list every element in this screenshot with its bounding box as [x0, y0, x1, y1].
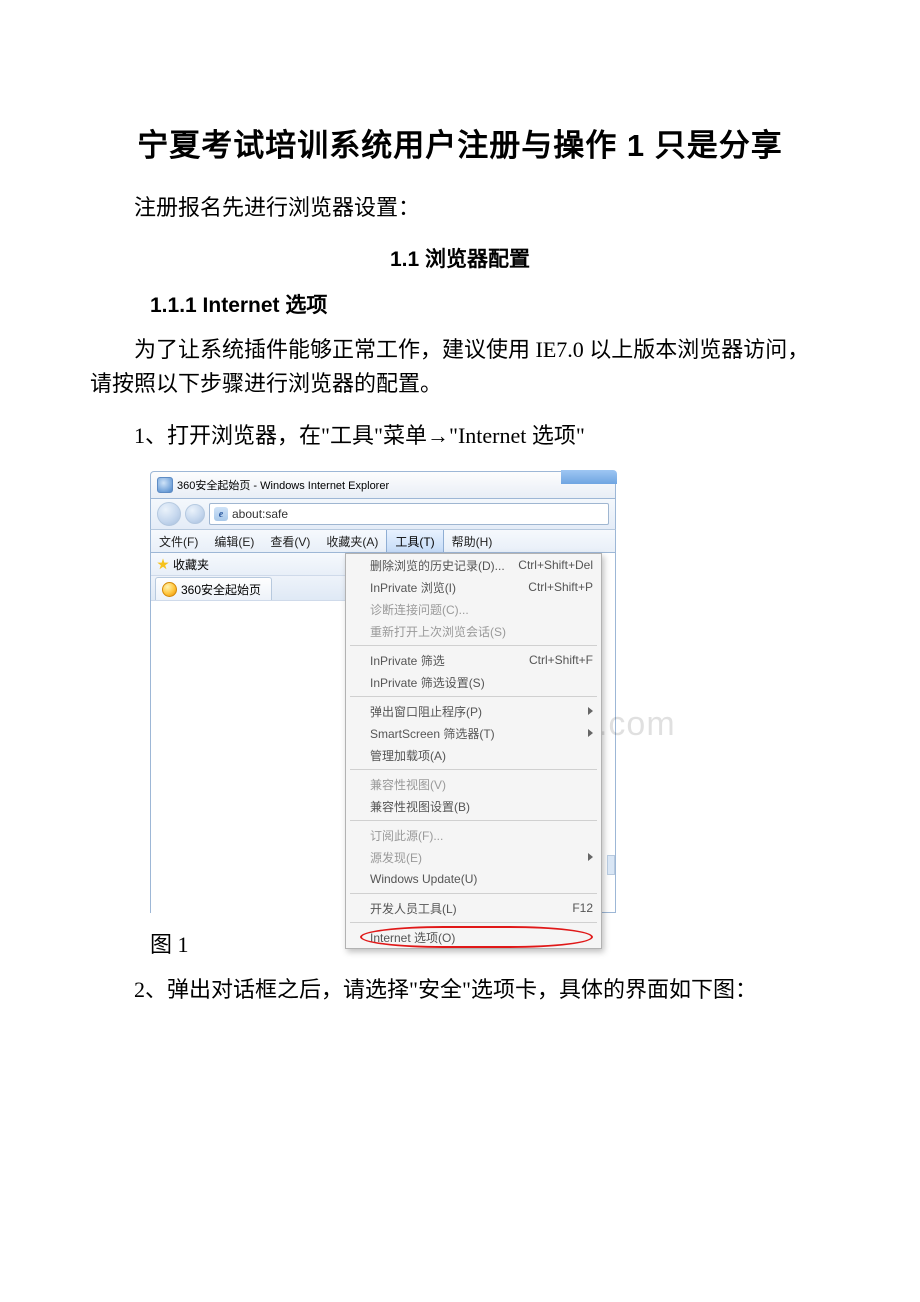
document-page: 宁夏考试培训系统用户注册与操作 1 只是分享 注册报名先进行浏览器设置： 1.1…	[0, 0, 920, 1085]
menu-separator	[350, 820, 597, 821]
menu-view[interactable]: 查看(V)	[262, 530, 318, 552]
step-1: 1、打开浏览器，在"工具"菜单→"Internet 选项"	[90, 419, 830, 453]
menu-separator	[350, 769, 597, 770]
menu-item-dev-tools[interactable]: 开发人员工具(L) F12	[346, 897, 601, 919]
menu-item-inprivate-browse[interactable]: InPrivate 浏览(I) Ctrl+Shift+P	[346, 576, 601, 598]
window-titlebar: 360安全起始页 - Windows Internet Explorer	[150, 471, 616, 498]
menu-item-popup-blocker[interactable]: 弹出窗口阻止程序(P)	[346, 700, 601, 722]
menu-bar: 文件(F) 编辑(E) 查看(V) 收藏夹(A) 工具(T) 帮助(H)	[150, 530, 616, 553]
chevron-right-icon	[588, 707, 593, 715]
menu-favorites[interactable]: 收藏夹(A)	[318, 530, 386, 552]
address-bar[interactable]: e about:safe	[209, 503, 609, 525]
browser-sidebar: 收藏夹 360安全起始页	[150, 553, 345, 913]
menu-tools[interactable]: 工具(T)	[386, 530, 443, 552]
tab-360-home[interactable]: 360安全起始页	[155, 577, 272, 600]
intro-paragraph: 注册报名先进行浏览器设置：	[90, 191, 830, 225]
menu-separator	[350, 645, 597, 646]
browser-client: 收藏夹 360安全起始页 www.bdocx.com 删除浏览的历史记录(D).…	[150, 553, 616, 913]
section-heading-1-1: 1.1 浏览器配置	[90, 243, 830, 273]
menu-item-compat-view[interactable]: 兼容性视图(V)	[346, 773, 601, 795]
page-title: 宁夏考试培训系统用户注册与操作 1 只是分享	[90, 120, 830, 165]
step-2: 2、弹出对话框之后，请选择"安全"选项卡，具体的界面如下图：	[90, 973, 830, 1007]
nav-row: e about:safe	[150, 498, 616, 530]
menu-edit[interactable]: 编辑(E)	[206, 530, 262, 552]
tab-row: 360安全起始页	[151, 576, 345, 601]
menu-item-smartscreen[interactable]: SmartScreen 筛选器(T)	[346, 722, 601, 744]
menu-item-subscribe-feed[interactable]: 订阅此源(F)...	[346, 824, 601, 846]
globe-icon	[162, 582, 177, 597]
ie-icon	[157, 477, 173, 493]
menu-item-manage-addons[interactable]: 管理加载项(A)	[346, 744, 601, 766]
right-edge-decoration	[607, 855, 615, 875]
window-corner-decoration	[561, 470, 617, 484]
favorites-bar[interactable]: 收藏夹	[151, 553, 345, 576]
forward-button[interactable]	[185, 504, 205, 524]
menu-help[interactable]: 帮助(H)	[444, 530, 501, 552]
window-title: 360安全起始页 - Windows Internet Explorer	[177, 477, 389, 493]
menu-item-inprivate-filter[interactable]: InPrivate 筛选 Ctrl+Shift+F	[346, 649, 601, 671]
star-icon	[157, 558, 169, 570]
menu-item-diagnose[interactable]: 诊断连接问题(C)...	[346, 598, 601, 620]
menu-separator	[350, 922, 597, 923]
menu-file[interactable]: 文件(F)	[151, 530, 206, 552]
chevron-right-icon	[588, 853, 593, 861]
e-icon: e	[214, 507, 228, 521]
ie-screenshot: 360安全起始页 - Windows Internet Explorer e a…	[150, 471, 616, 913]
menu-item-delete-history[interactable]: 删除浏览的历史记录(D)... Ctrl+Shift+Del	[346, 554, 601, 576]
menu-separator	[350, 893, 597, 894]
menu-item-internet-options[interactable]: Internet 选项(O)	[346, 926, 601, 948]
menu-item-inprivate-filter-settings[interactable]: InPrivate 筛选设置(S)	[346, 671, 601, 693]
menu-item-feed-discovery[interactable]: 源发现(E)	[346, 846, 601, 868]
tab-label: 360安全起始页	[181, 581, 261, 598]
tools-dropdown: 删除浏览的历史记录(D)... Ctrl+Shift+Del InPrivate…	[345, 553, 602, 949]
menu-item-reopen-last[interactable]: 重新打开上次浏览会话(S)	[346, 620, 601, 642]
menu-separator	[350, 696, 597, 697]
browser-main: www.bdocx.com 删除浏览的历史记录(D)... Ctrl+Shift…	[345, 553, 616, 913]
chevron-right-icon	[588, 729, 593, 737]
paragraph-1: 为了让系统插件能够正常工作，建议使用 IE7.0 以上版本浏览器访问，请按照以下…	[90, 333, 830, 401]
menu-item-compat-view-settings[interactable]: 兼容性视图设置(B)	[346, 795, 601, 817]
back-button[interactable]	[157, 502, 181, 526]
section-heading-1-1-1: 1.1.1 Internet 选项	[150, 289, 830, 319]
address-text: about:safe	[232, 507, 288, 521]
menu-item-windows-update[interactable]: Windows Update(U)	[346, 868, 601, 890]
favorites-label: 收藏夹	[173, 556, 209, 573]
